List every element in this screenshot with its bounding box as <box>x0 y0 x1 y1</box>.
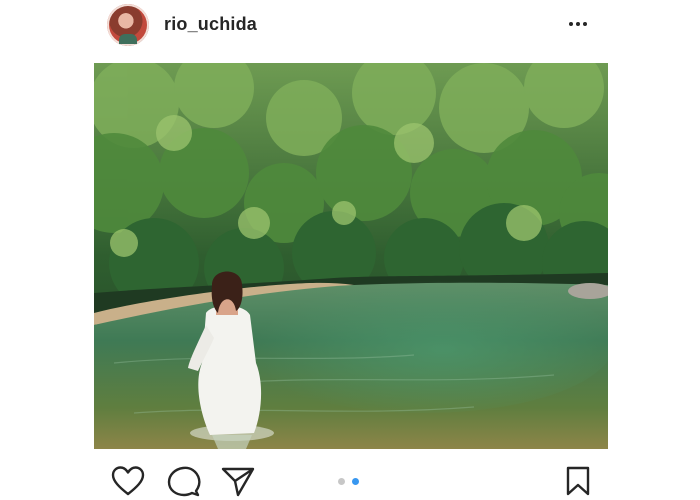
username[interactable]: rio_uchida <box>164 14 257 35</box>
comment-bubble-icon[interactable] <box>166 465 202 497</box>
post-photo[interactable] <box>94 63 608 449</box>
more-options-icon[interactable] <box>566 14 590 34</box>
carousel-dot[interactable] <box>338 478 345 485</box>
post-header: rio_uchida <box>0 0 700 52</box>
avatar[interactable] <box>107 4 149 46</box>
carousel-indicator <box>338 478 359 485</box>
heart-icon[interactable] <box>110 465 146 497</box>
bookmark-icon[interactable] <box>560 465 596 497</box>
paper-plane-icon[interactable] <box>220 465 256 497</box>
carousel-dot-active[interactable] <box>352 478 359 485</box>
